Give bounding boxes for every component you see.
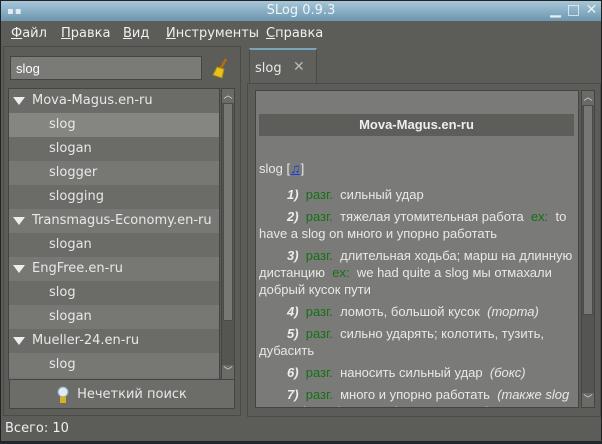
fuzzy-search-button[interactable]: Нечеткий поиск [9, 379, 235, 409]
search-input[interactable] [10, 56, 202, 80]
minimize-icon[interactable]: ▁ [547, 2, 564, 19]
list-item[interactable]: slogan [9, 137, 219, 161]
scroll-thumb[interactable] [223, 103, 233, 321]
list-item[interactable]: slogan [9, 233, 219, 257]
def-text: сильно ударять; колотить, тузить, дубаси… [259, 326, 544, 358]
usage-label: разг. [305, 187, 333, 202]
tab-bar: slog ✕ [247, 46, 601, 84]
def-text: ломоть, большой кусок [340, 304, 480, 319]
scroll-thumb[interactable] [583, 105, 593, 315]
def-text: тяжелая утомительная работа [340, 209, 524, 224]
dictionary-header: Mova-Magus.en-ru [259, 114, 574, 136]
definition: 5) разг. сильно ударять; колотить, тузит… [256, 325, 578, 359]
definition: 3) разг. длительная ходьба; марш на длин… [256, 247, 578, 298]
close-icon[interactable]: ✕ [583, 2, 600, 19]
usage-label: разг. [305, 248, 333, 263]
scroll-up-icon[interactable]: ︿ [582, 91, 594, 105]
menu-item-2[interactable]: Вид [123, 26, 149, 41]
definitions: 1) разг. сильный удар 2) разг. тяжелая ут… [256, 177, 578, 407]
tab-label: slog [255, 61, 282, 76]
list-item-label: slog [49, 285, 76, 300]
article-scrollbar[interactable]: ︿ ﹀ [581, 90, 595, 408]
example-label: ex: [349, 404, 366, 407]
menu-bar: Файл Правка Вид Инструменты Справка [1, 23, 601, 45]
scroll-down-icon[interactable]: ﹀ [222, 365, 234, 379]
usage-label: разг. [305, 304, 333, 319]
usage-label: разг. [305, 209, 333, 224]
def-number: 3) [287, 248, 299, 263]
scroll-down-icon[interactable]: ﹀ [582, 393, 594, 407]
lightbulb-icon [57, 386, 69, 403]
dictionary-group[interactable]: Mueller-24.en-ru [9, 329, 219, 353]
def-text: много и упорно работать [340, 387, 490, 402]
list-item-label: slogan [49, 237, 92, 252]
definition: 6) разг. наносить сильный удар (бокс) [256, 364, 578, 381]
expand-triangle-icon[interactable] [13, 96, 25, 105]
article-view[interactable]: Mova-Magus.en-ru slog [♫] 1) разг. сильн… [255, 90, 579, 408]
expand-triangle-icon[interactable] [13, 264, 25, 273]
list-item[interactable]: slogger [9, 161, 219, 185]
word-list[interactable]: Mova-Magus.en-ru slog slogan slogger sloggin… [8, 88, 220, 380]
def-note: (бокс) [489, 365, 526, 380]
menu-item-1[interactable]: Правка [61, 26, 110, 41]
list-item[interactable]: slog [9, 353, 219, 377]
def-text: сильный удар [340, 187, 424, 202]
menu-item-3[interactable]: Инструменты [166, 26, 259, 41]
def-number: 1) [287, 187, 299, 202]
word-list-scrollbar[interactable]: ︿ ﹀ [221, 88, 235, 380]
list-item-label: slog [49, 357, 76, 372]
def-number: 6) [287, 365, 299, 380]
fuzzy-search-label: Нечеткий поиск [77, 387, 187, 402]
example-label: ex: [332, 265, 350, 280]
window-title: SLog 0.9.3 [266, 3, 336, 18]
menu-item-4[interactable]: Справка [266, 26, 323, 41]
def-number: 7) [287, 387, 299, 402]
dictionary-group[interactable]: Mova-Magus.en-ru [9, 89, 219, 113]
def-number: 2) [287, 209, 299, 224]
list-item-label: EngFree.en-ru [32, 261, 123, 276]
scroll-up-icon[interactable]: ︿ [222, 89, 234, 103]
expand-triangle-icon[interactable] [13, 336, 25, 345]
list-item-label: slog [49, 117, 76, 132]
usage-label: разг. [305, 365, 333, 380]
main-window: ▪▪ SLog 0.9.3 ▁ □ ✕ Файл Правка Вид Инструм… [0, 0, 602, 442]
clear-broom-icon[interactable] [211, 57, 231, 79]
close-tab-icon[interactable]: ✕ [293, 59, 305, 75]
dictionary-group[interactable]: Transmagus-Economy.en-ru [9, 209, 219, 233]
list-item[interactable]: slogan [9, 305, 219, 329]
usage-label: разг. [305, 387, 333, 402]
list-item-label: slogan [49, 141, 92, 156]
list-item-label: Mova-Magus.en-ru [32, 93, 153, 108]
example-label: ex: [530, 209, 549, 224]
list-item-label: slogger [49, 165, 98, 180]
list-item[interactable]: slogging [9, 185, 219, 209]
menu-item-0[interactable]: Файл [11, 26, 47, 41]
def-note: (торта) [487, 304, 539, 319]
dictionary-group[interactable]: EngFree.en-ru [9, 257, 219, 281]
tab-slog[interactable]: slog ✕ [249, 48, 317, 84]
list-item-label: slogan [49, 309, 92, 324]
list-item-label: slogging [49, 189, 104, 204]
def-number: 5) [287, 326, 299, 341]
list-item[interactable]: slog [9, 281, 219, 305]
list-item-label: Mueller-24.en-ru [32, 333, 140, 348]
example-text: to slog at one's work [374, 404, 492, 407]
sound-note-icon[interactable]: ♫ [290, 160, 301, 176]
definition: 1) разг. сильный удар [256, 186, 578, 203]
usage-label: разг. [305, 326, 333, 341]
title-bar[interactable]: ▪▪ SLog 0.9.3 ▁ □ ✕ [1, 1, 601, 21]
headword: slog [259, 161, 283, 176]
def-number: 4) [287, 304, 299, 319]
list-item-label: Transmagus-Economy.en-ru [32, 213, 212, 228]
definition: 2) разг. тяжелая утомительная работа ex:… [256, 208, 578, 242]
list-item[interactable]: slog [9, 113, 219, 137]
status-bar: Всего: 10 [5, 421, 69, 436]
headword-line: slog [♫] [259, 160, 305, 176]
maximize-icon[interactable]: □ [565, 2, 582, 19]
definition: 4) разг. ломоть, большой кусок (торта) [256, 303, 578, 320]
expand-triangle-icon[interactable] [13, 216, 25, 225]
def-text: наносить сильный удар [340, 365, 483, 380]
definition: 7) разг. много и упорно работать (также … [256, 386, 578, 407]
